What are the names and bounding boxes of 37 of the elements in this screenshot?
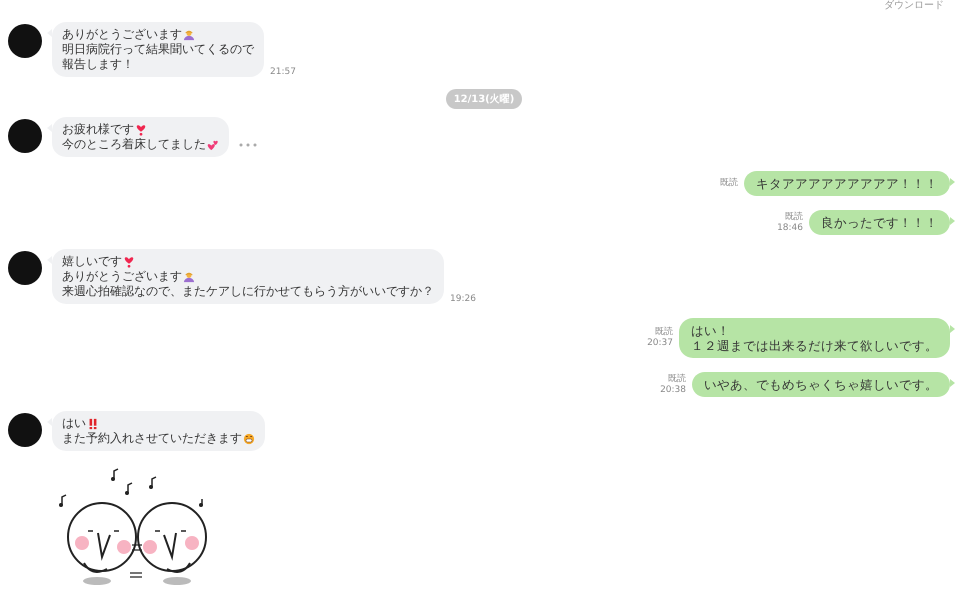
heart-icon [135, 124, 147, 136]
read-receipt: 既読 [655, 327, 673, 338]
hearts-icon [207, 138, 219, 150]
message-time: 21:57 [270, 67, 296, 77]
avatar [8, 251, 42, 285]
message-text: ありがとうございます [62, 269, 182, 284]
message-time: 18:46 [777, 222, 803, 234]
message-text: 明日病院行って結果聞いてくるので [62, 42, 254, 57]
more-icon[interactable] [239, 143, 257, 147]
read-receipt: 既読 [785, 212, 803, 222]
message-text: 今のところ着床してました [62, 137, 206, 152]
bowing-person-icon [183, 270, 195, 282]
message-text: はい [62, 416, 86, 431]
message-text: いやあ、でもめちゃくちゃ嬉しいです。 [704, 377, 938, 392]
message-text: お疲れ様です [62, 122, 134, 137]
message-time: 20:37 [647, 338, 673, 349]
message-text: キタアアアアアアアアア！！！ [756, 176, 938, 191]
message-text: また予約入れさせていただきます [62, 431, 242, 446]
heart-icon [123, 256, 135, 268]
message-text: はい！ [691, 323, 730, 338]
message-text: 嬉しいです [62, 254, 122, 269]
exclamation-icon [87, 418, 99, 430]
read-receipt: 既読 [668, 374, 686, 384]
message-text: 報告します！ [62, 57, 134, 72]
read-receipt: 既読 [720, 178, 738, 189]
message-time: 20:38 [660, 384, 686, 396]
message-text: 良かったです！！！ [821, 215, 938, 230]
message-text: 来週心拍確認なので、またケアしに行かせてもらう方がいいですか？ [62, 284, 434, 299]
message-time: 19:26 [450, 294, 476, 304]
grinning-face-icon [243, 432, 255, 444]
message-text: １２週までは出来るだけ来て欲しいです。 [691, 338, 938, 353]
download-link[interactable]: ダウンロード [884, 0, 944, 11]
bowing-person-icon [183, 28, 195, 40]
message-text: ありがとうございます [62, 27, 182, 42]
avatar [8, 24, 42, 58]
avatar [8, 413, 42, 447]
avatar [8, 119, 42, 153]
